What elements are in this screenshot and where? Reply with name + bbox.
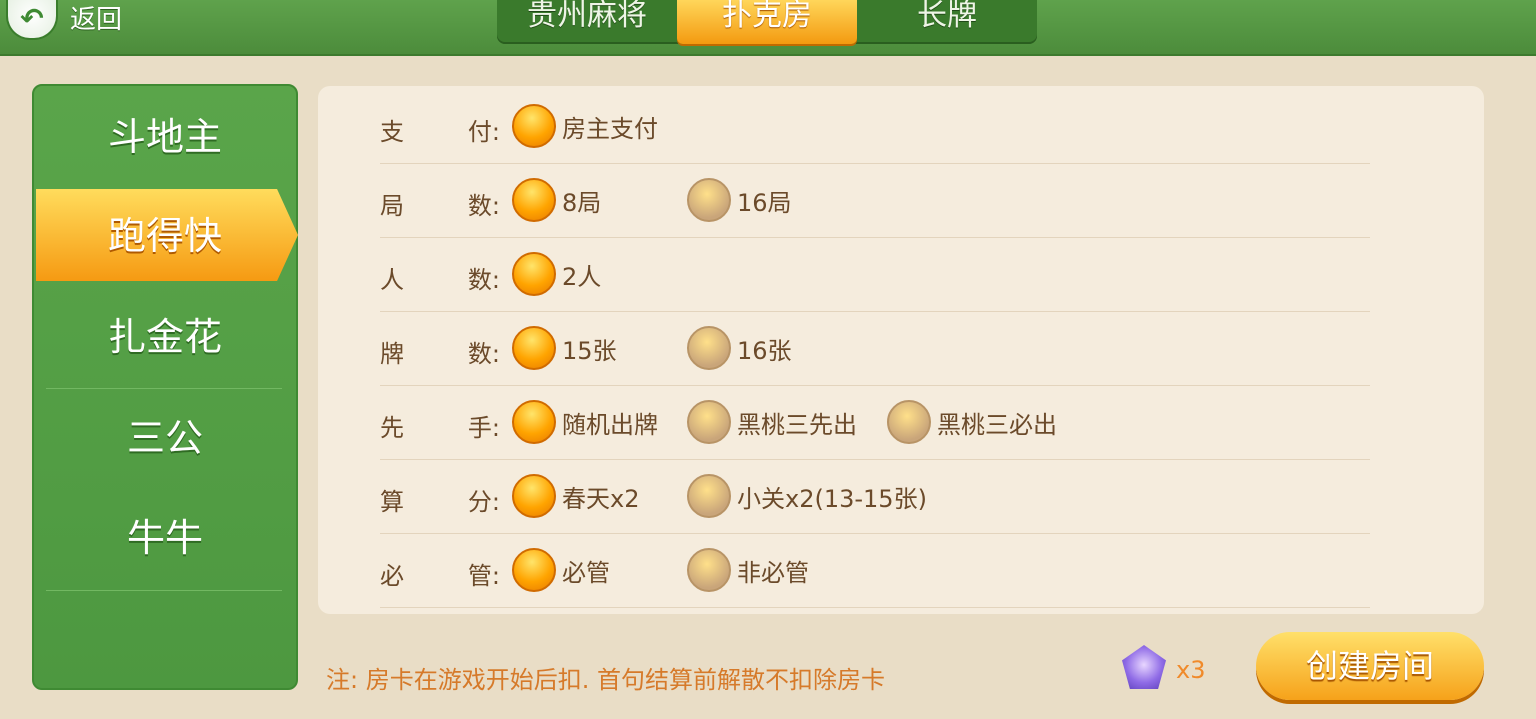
radio-unselected-icon	[687, 400, 731, 444]
row-label: 局数:	[380, 192, 500, 220]
radio-selected-icon	[512, 474, 556, 518]
option-2-players[interactable]: 2人	[512, 252, 601, 296]
room-card-gem-icon	[1122, 645, 1166, 689]
radio-selected-icon	[512, 104, 556, 148]
option-row-payment: 支付: 房主支付	[318, 90, 1484, 164]
sidebar-item-paodekuai[interactable]: 跑得快	[34, 187, 296, 285]
option-16-rounds[interactable]: 16局	[687, 178, 792, 222]
option-8-rounds[interactable]: 8局	[512, 178, 601, 222]
option-must-play[interactable]: 必管	[512, 548, 610, 592]
sidebar-item-sangong[interactable]: 三公	[34, 389, 296, 487]
sidebar-divider	[46, 590, 282, 591]
room-options-panel: 支付: 房主支付 局数: 8局 16局 人数: 2人 牌数: 15张 16张 先…	[318, 86, 1484, 614]
row-label: 人数:	[380, 266, 500, 294]
option-16-cards[interactable]: 16张	[687, 326, 792, 370]
radio-selected-icon	[512, 548, 556, 592]
option-row-rounds: 局数: 8局 16局	[318, 164, 1484, 238]
radio-selected-icon	[512, 178, 556, 222]
option-small-close-x2[interactable]: 小关x2(13-15张)	[687, 474, 927, 518]
radio-unselected-icon	[887, 400, 931, 444]
game-type-sidebar: 斗地主 跑得快 扎金花 三公 牛牛	[32, 84, 298, 690]
tab-guizhou-mahjong[interactable]: 贵州麻将	[497, 0, 677, 44]
option-row-must-play: 必管: 必管 非必管	[318, 534, 1484, 608]
room-card-count: x3	[1176, 656, 1206, 684]
row-label: 必管:	[380, 562, 500, 590]
radio-selected-icon	[512, 326, 556, 370]
row-label: 算分:	[380, 488, 500, 516]
tab-poker-room[interactable]: 扑克房	[677, 0, 857, 44]
row-label: 支付:	[380, 118, 500, 146]
row-divider	[380, 607, 1370, 608]
room-card-note: 注: 房卡在游戏开始后扣. 首句结算前解散不扣除房卡	[326, 666, 885, 694]
back-arrow-icon: ↶	[6, 0, 58, 40]
back-label: 返回	[70, 4, 123, 35]
option-not-must-play[interactable]: 非必管	[687, 548, 809, 592]
option-row-players: 人数: 2人	[318, 238, 1484, 312]
option-row-first-hand: 先手: 随机出牌 黑桃三先出 黑桃三必出	[318, 386, 1484, 460]
tab-long-cards[interactable]: 长牌	[857, 0, 1037, 44]
row-label: 牌数:	[380, 340, 500, 368]
option-row-card-count: 牌数: 15张 16张	[318, 312, 1484, 386]
option-spade3-must[interactable]: 黑桃三必出	[887, 400, 1057, 444]
radio-selected-icon	[512, 252, 556, 296]
radio-selected-icon	[512, 400, 556, 444]
option-spade3-first[interactable]: 黑桃三先出	[687, 400, 857, 444]
option-host-pay[interactable]: 房主支付	[512, 104, 658, 148]
radio-unselected-icon	[687, 326, 731, 370]
game-category-tabs: 贵州麻将 扑克房 长牌	[497, 0, 1037, 44]
sidebar-item-doudizhu[interactable]: 斗地主	[34, 88, 296, 186]
top-bar: ↶ 返回 贵州麻将 扑克房 长牌	[0, 0, 1536, 56]
option-15-cards[interactable]: 15张	[512, 326, 617, 370]
sidebar-item-zhajinhua[interactable]: 扎金花	[34, 288, 296, 386]
back-button[interactable]: ↶ 返回	[6, 0, 122, 40]
option-spring-x2[interactable]: 春天x2	[512, 474, 639, 518]
create-room-button[interactable]: 创建房间	[1256, 632, 1484, 700]
radio-unselected-icon	[687, 548, 731, 592]
option-row-scoring: 算分: 春天x2 小关x2(13-15张)	[318, 460, 1484, 534]
radio-unselected-icon	[687, 178, 731, 222]
row-label: 先手:	[380, 414, 500, 442]
option-random-first[interactable]: 随机出牌	[512, 400, 658, 444]
sidebar-item-niuniu[interactable]: 牛牛	[34, 489, 296, 587]
radio-unselected-icon	[687, 474, 731, 518]
